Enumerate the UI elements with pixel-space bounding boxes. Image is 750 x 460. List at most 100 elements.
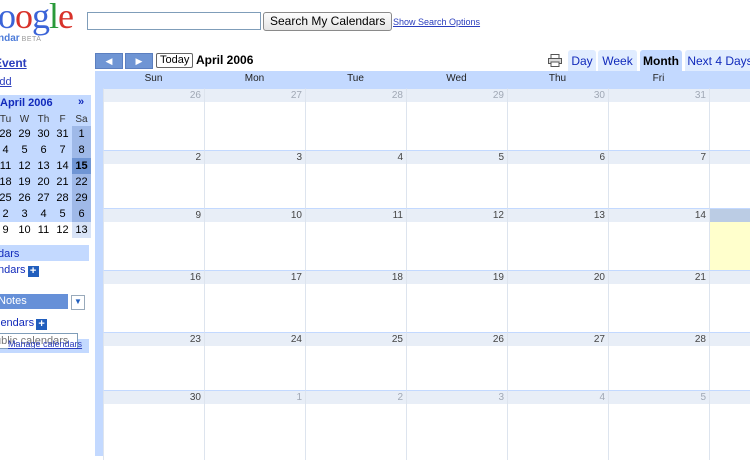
quick-add-link[interactable]: Add	[0, 76, 12, 88]
next-month-button[interactable]: ▶	[125, 53, 153, 69]
day-number[interactable]: 21	[695, 271, 706, 284]
mini-calendar-day[interactable]: 19	[15, 174, 34, 190]
day-cell[interactable]: 3	[204, 150, 305, 208]
mini-calendar-day[interactable]: 10	[15, 222, 34, 238]
mini-calendar-day[interactable]: 12	[15, 158, 34, 174]
search-my-calendars-button[interactable]: Search My Calendars	[263, 12, 393, 31]
day-number[interactable]: 12	[493, 209, 504, 222]
calendar-dropdown-arrow-icon[interactable]: ▼	[71, 295, 85, 310]
day-cell[interactable]: 14	[608, 208, 709, 270]
add-other-calendar-plus-icon[interactable]: +	[36, 319, 48, 330]
mini-calendar-day[interactable]: 30	[34, 126, 53, 142]
day-cell[interactable]: 28	[305, 88, 406, 150]
mini-calendar-day[interactable]: 25	[0, 190, 15, 206]
today-button[interactable]: Today	[156, 53, 194, 68]
manage-calendars-link[interactable]: Manage calendars	[8, 339, 82, 349]
mini-calendar-day[interactable]: 2	[0, 206, 15, 222]
day-cell[interactable]: 31	[608, 88, 709, 150]
day-cell[interactable]: 10	[204, 208, 305, 270]
day-number[interactable]: 13	[594, 209, 605, 222]
mini-calendar-day[interactable]: 7	[53, 142, 72, 158]
day-cell[interactable]: 12	[406, 208, 507, 270]
day-cell[interactable]: 20	[507, 270, 608, 332]
day-number[interactable]: 24	[291, 333, 302, 346]
day-number[interactable]: 5	[700, 391, 706, 404]
mini-calendar-day[interactable]: 12	[53, 222, 72, 238]
day-cell[interactable]: 30	[507, 88, 608, 150]
mini-calendar-day[interactable]: 5	[15, 142, 34, 158]
day-cell[interactable]	[709, 332, 750, 390]
tab-week[interactable]: Week	[598, 50, 637, 72]
day-number[interactable]: 7	[700, 151, 706, 164]
day-cell[interactable]: 5	[406, 150, 507, 208]
day-number[interactable]: 27	[291, 89, 302, 102]
day-number[interactable]: 16	[190, 271, 201, 284]
day-cell[interactable]	[709, 270, 750, 332]
day-cell[interactable]	[709, 150, 750, 208]
day-cell[interactable]: 24	[204, 332, 305, 390]
day-cell[interactable]: 7	[608, 150, 709, 208]
day-cell[interactable]: 21	[608, 270, 709, 332]
day-cell[interactable]: 18	[305, 270, 406, 332]
mini-calendar-day[interactable]: 31	[53, 126, 72, 142]
day-cell[interactable]: 26	[103, 88, 204, 150]
day-cell[interactable]: 2	[103, 150, 204, 208]
day-number[interactable]: 18	[392, 271, 403, 284]
day-number[interactable]: 20	[594, 271, 605, 284]
day-cell-today[interactable]	[709, 208, 750, 270]
mini-calendar-day[interactable]: 28	[53, 190, 72, 206]
mini-calendar-day[interactable]: 5	[53, 206, 72, 222]
create-event-link[interactable]: Event	[0, 56, 27, 70]
day-cell[interactable]: 28	[608, 332, 709, 390]
day-number[interactable]: 3	[498, 391, 504, 404]
mini-calendar-day[interactable]: 27	[34, 190, 53, 206]
mini-calendar-title[interactable]: April 2006	[0, 97, 53, 109]
day-cell[interactable]: 27	[507, 332, 608, 390]
show-search-options-link[interactable]: Show Search Options	[393, 17, 480, 27]
day-number[interactable]: 17	[291, 271, 302, 284]
calendar-entry[interactable]: Notes	[0, 294, 68, 309]
mini-calendar-day[interactable]: 21	[53, 174, 72, 190]
day-number[interactable]: 31	[695, 89, 706, 102]
day-number[interactable]: 29	[493, 89, 504, 102]
mini-calendar-day[interactable]: 13	[72, 222, 91, 238]
mini-calendar-day[interactable]: 3	[15, 206, 34, 222]
day-cell[interactable]: 17	[204, 270, 305, 332]
mini-calendar-day[interactable]: 6	[72, 206, 91, 222]
day-number[interactable]: 11	[393, 209, 403, 222]
day-cell[interactable]: 13	[507, 208, 608, 270]
day-cell[interactable]	[709, 88, 750, 150]
day-number[interactable]: 9	[195, 209, 201, 222]
mini-calendar-day[interactable]: 9	[0, 222, 15, 238]
day-number[interactable]: 6	[599, 151, 605, 164]
mini-calendar-day[interactable]: 18	[0, 174, 15, 190]
day-number[interactable]: 14	[695, 209, 706, 222]
mini-calendar-day[interactable]: 26	[15, 190, 34, 206]
day-number[interactable]: 3	[296, 151, 302, 164]
mini-calendar-day[interactable]: 29	[72, 190, 91, 206]
day-cell[interactable]: 25	[305, 332, 406, 390]
day-cell[interactable]: 16	[103, 270, 204, 332]
day-number[interactable]: 5	[498, 151, 504, 164]
day-number[interactable]: 2	[195, 151, 201, 164]
day-number[interactable]: 30	[594, 89, 605, 102]
mini-calendar-next-button[interactable]: »	[78, 96, 84, 108]
other-calendars-label[interactable]: lendars	[0, 317, 34, 329]
day-number[interactable]: 28	[392, 89, 403, 102]
mini-calendar-day[interactable]: 11	[34, 222, 53, 238]
day-number[interactable]: 4	[397, 151, 403, 164]
day-number[interactable]: 19	[493, 271, 504, 284]
day-number[interactable]: 23	[190, 333, 201, 346]
day-number[interactable]: 2	[397, 391, 403, 404]
mini-calendar-day[interactable]: 15	[72, 158, 91, 174]
day-cell[interactable]: 9	[103, 208, 204, 270]
print-icon[interactable]	[548, 54, 562, 67]
mini-calendar-day[interactable]: 6	[34, 142, 53, 158]
day-number[interactable]: 28	[695, 333, 706, 346]
day-number[interactable]: 4	[599, 391, 605, 404]
day-number[interactable]: 26	[190, 89, 201, 102]
mini-calendar-day[interactable]: 29	[15, 126, 34, 142]
day-number[interactable]: 1	[296, 391, 302, 404]
day-number[interactable]: 30	[190, 391, 201, 404]
previous-month-button[interactable]: ◀	[95, 53, 123, 69]
